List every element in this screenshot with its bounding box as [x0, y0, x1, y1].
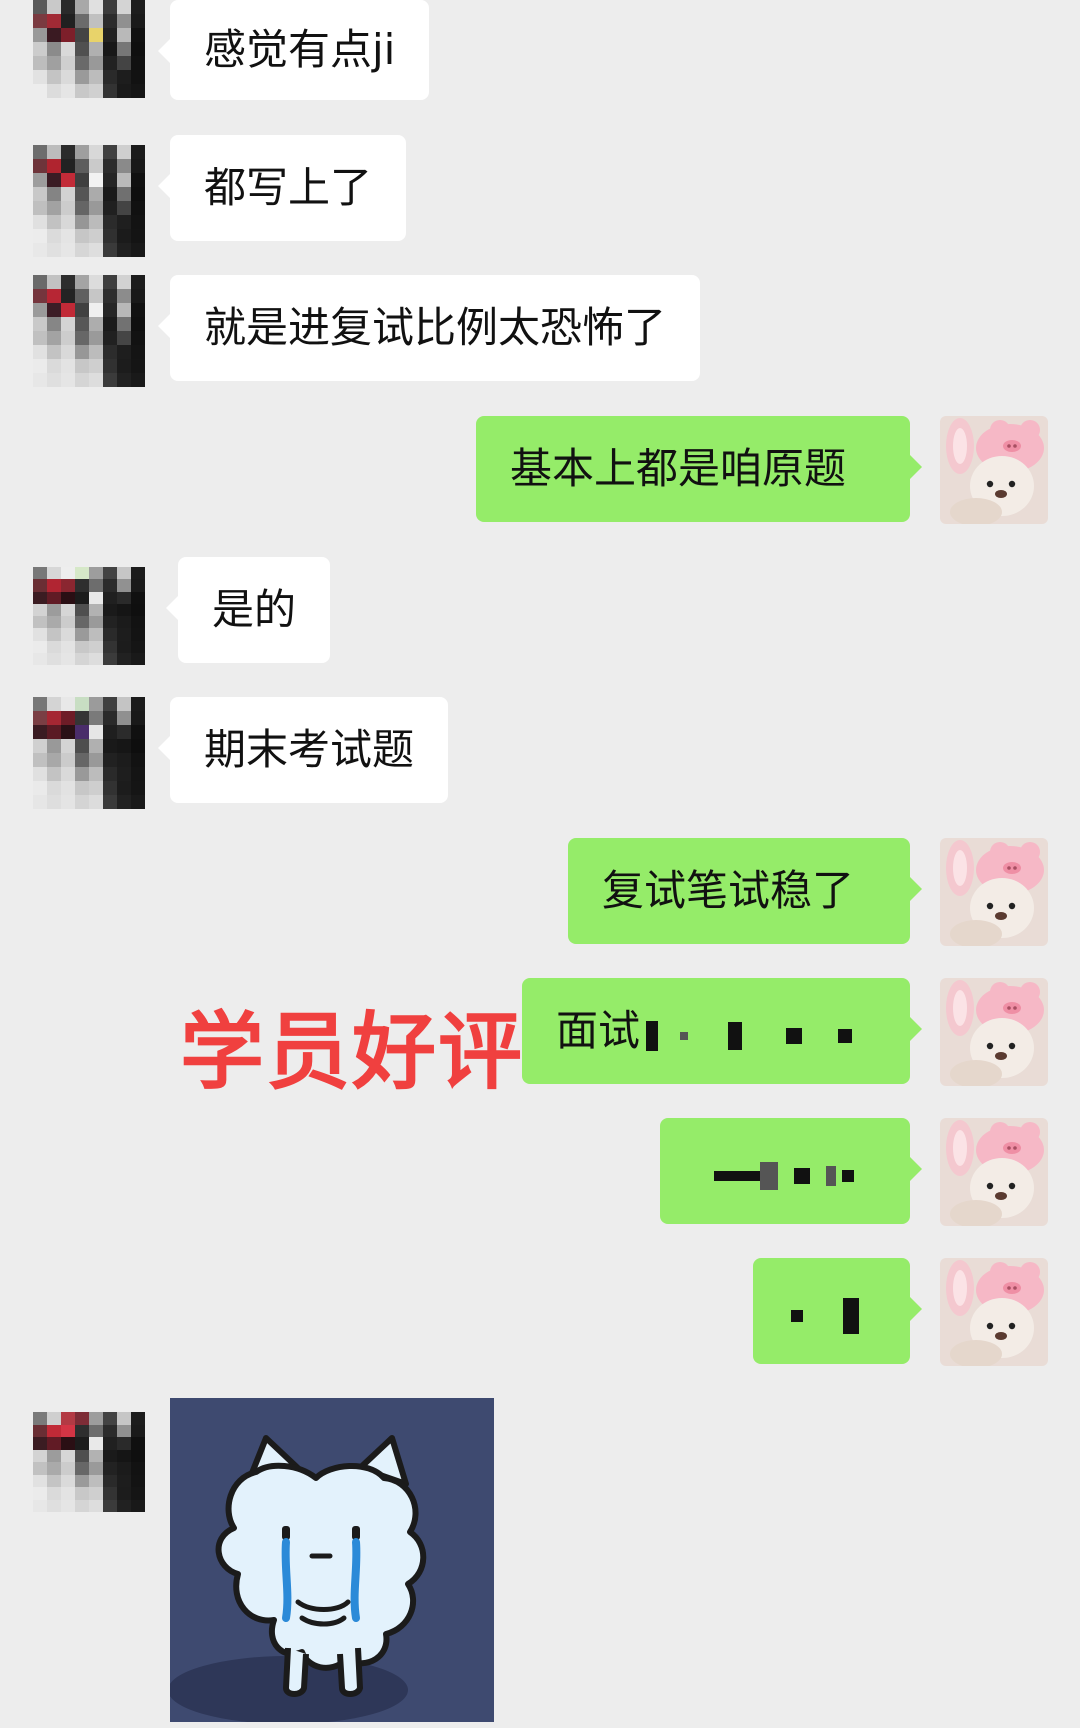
- pixelated-avatar-icon: [33, 697, 145, 809]
- contact-avatar[interactable]: [33, 1412, 145, 1512]
- bear-with-pink-hat-icon: [940, 978, 1048, 1086]
- message-text: 就是进复试比例太恐怖了: [204, 303, 667, 352]
- censor-mosaic: [787, 1261, 859, 1367]
- self-avatar-bear-icon[interactable]: [940, 416, 1048, 524]
- crying-cat-icon: [170, 1435, 427, 1722]
- message-bubble-outgoing[interactable]: 复试笔试稳了: [568, 838, 922, 944]
- pixelated-avatar-icon: [33, 0, 145, 112]
- self-avatar-bear-icon[interactable]: [940, 1258, 1048, 1366]
- message-text: 都写上了: [204, 163, 373, 212]
- message-bubble-incoming[interactable]: 期末考试题: [157, 697, 449, 803]
- contact-avatar[interactable]: [33, 145, 145, 257]
- contact-avatar[interactable]: [33, 0, 145, 112]
- message-bubble-outgoing[interactable]: 基本上都是咱原题: [476, 416, 922, 522]
- censor-mosaic: [694, 1121, 854, 1227]
- pixelated-avatar-icon: [33, 567, 145, 665]
- censor-mosaic: [640, 981, 853, 1087]
- bear-with-pink-hat-icon: [940, 838, 1048, 946]
- bear-with-pink-hat-icon: [940, 416, 1048, 524]
- message-bubble-incoming[interactable]: 就是进复试比例太恐怖了: [157, 275, 701, 381]
- message-bubble-incoming[interactable]: 感觉有点ji: [157, 0, 430, 100]
- chat-window: 感觉有点ji 都写上了 就是进复试比例太恐怖了 基本上都是咱原题 是的 期末考试…: [0, 0, 1080, 1728]
- bear-with-pink-hat-icon: [940, 1258, 1048, 1366]
- message-bubble-incoming[interactable]: 都写上了: [157, 135, 407, 241]
- pixelated-avatar-icon: [33, 1412, 145, 1512]
- message-bubble-outgoing[interactable]: [753, 1258, 922, 1367]
- message-text: 复试笔试稳了: [602, 866, 855, 915]
- message-text: 感觉有点ji: [204, 25, 396, 74]
- crying-cat-sticker[interactable]: [170, 1398, 494, 1722]
- message-text: 期末考试题: [204, 725, 415, 774]
- bear-with-pink-hat-icon: [940, 1118, 1048, 1226]
- pixelated-avatar-icon: [33, 145, 145, 257]
- message-text: 基本上都是咱原题: [510, 444, 847, 493]
- review-overlay-label: 学员好评: [180, 1003, 525, 1101]
- message-bubble-outgoing[interactable]: 面试: [522, 978, 922, 1087]
- message-bubble-outgoing[interactable]: [660, 1118, 922, 1227]
- self-avatar-bear-icon[interactable]: [940, 978, 1048, 1086]
- self-avatar-bear-icon[interactable]: [940, 1118, 1048, 1226]
- contact-avatar[interactable]: [33, 697, 145, 809]
- message-text: 面试: [556, 1006, 641, 1055]
- pixelated-avatar-icon: [33, 275, 145, 387]
- contact-avatar[interactable]: [33, 275, 145, 387]
- message-bubble-incoming[interactable]: 是的: [165, 557, 331, 663]
- message-text: 是的: [212, 585, 297, 634]
- contact-avatar[interactable]: [33, 567, 145, 665]
- self-avatar-bear-icon[interactable]: [940, 838, 1048, 946]
